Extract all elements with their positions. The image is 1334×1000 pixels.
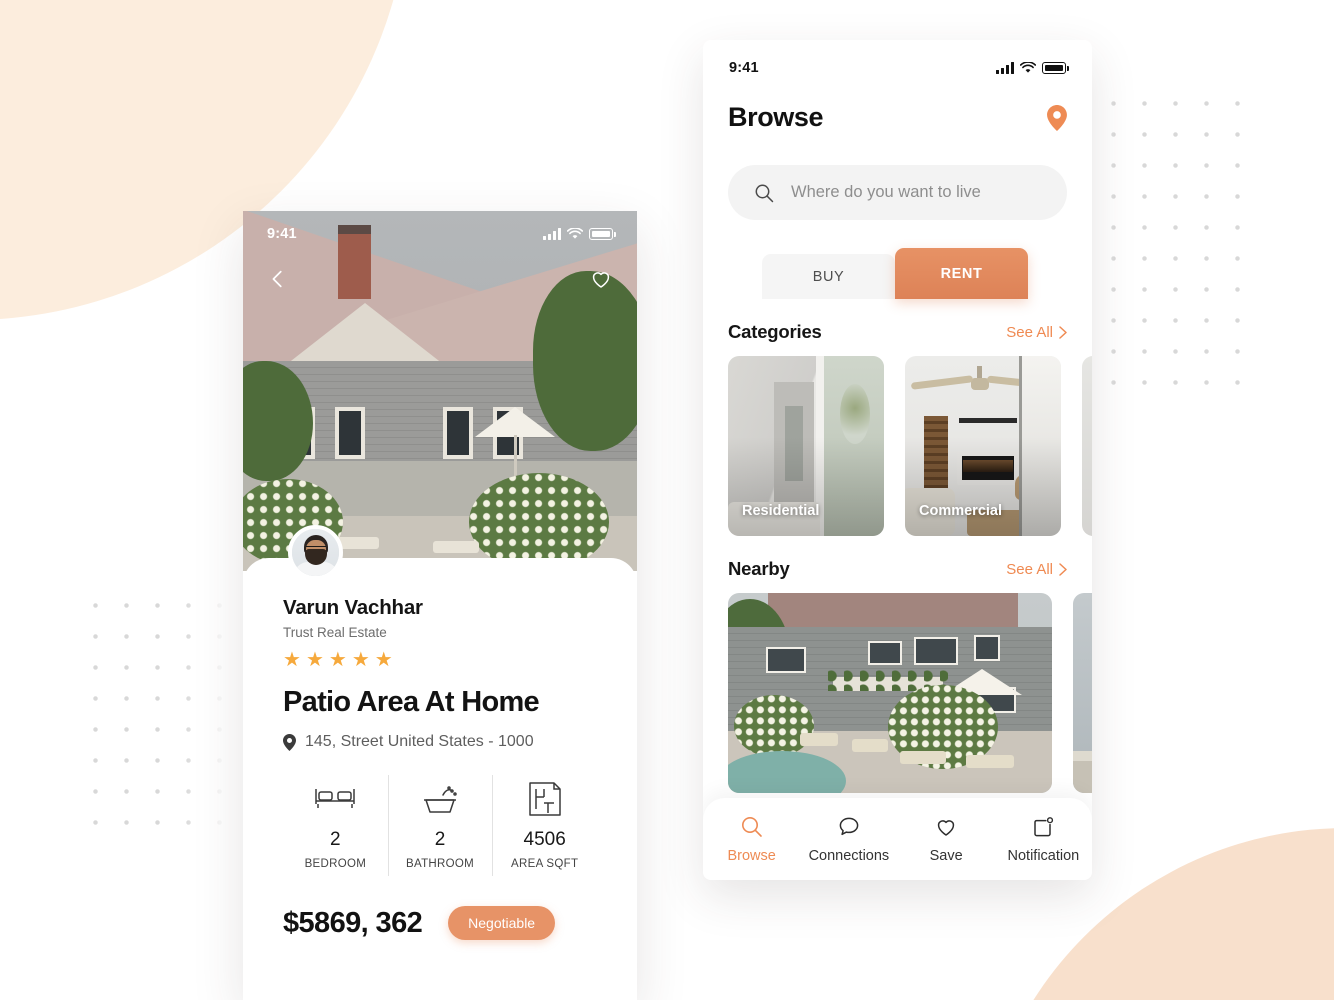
spec-value: 2	[330, 829, 341, 850]
heart-outline-icon[interactable]	[589, 267, 613, 291]
spec-area: 4506 AREA SQFT	[492, 775, 597, 876]
nearby-section-header: Nearby See All	[703, 558, 1092, 580]
property-title: Patio Area At Home	[283, 686, 540, 718]
nav-label: Connections	[808, 847, 890, 864]
nav-label: Notification	[1007, 847, 1080, 864]
property-hero-image	[243, 211, 637, 571]
spec-bedroom: 2 BEDROOM	[283, 781, 388, 870]
search-placeholder: Where do you want to live	[791, 183, 981, 201]
nav-save[interactable]: Save	[898, 815, 995, 864]
map-pin-icon	[283, 733, 296, 751]
battery-icon	[589, 228, 616, 240]
section-title: Categories	[728, 321, 822, 342]
page-header: Browse	[703, 102, 1092, 133]
rating-stars: ★ ★ ★ ★ ★	[283, 650, 597, 670]
buy-rent-segmented-control: BUY RENT	[762, 248, 1092, 299]
nearby-property-card[interactable]	[1073, 593, 1092, 793]
property-address: 145, Street United States - 1000	[283, 733, 597, 751]
cellular-bars-icon	[543, 228, 561, 240]
dot-pattern-right	[1096, 86, 1256, 406]
spec-label: BEDROOM	[304, 858, 367, 870]
property-info-sheet: Varun Vachhar Trust Real Estate ★ ★ ★ ★ …	[243, 525, 637, 1000]
page-title: Browse	[728, 102, 824, 132]
nav-label: Browse	[727, 847, 776, 864]
spec-label: BATHROOM	[406, 858, 474, 870]
nav-browse[interactable]: Browse	[703, 815, 800, 864]
agent-avatar[interactable]	[288, 525, 343, 580]
category-card-residential[interactable]: Residential	[728, 356, 884, 536]
category-card-commercial[interactable]: Commercial	[905, 356, 1061, 536]
dot-pattern-left-fade	[182, 560, 252, 880]
see-all-nearby-link[interactable]: See All	[1006, 561, 1067, 578]
floorplan-icon	[492, 781, 597, 817]
notification-square-icon	[1031, 815, 1055, 839]
browse-screen: 9:41 Browse Where do you want to live BU…	[703, 40, 1092, 880]
category-label: Residential	[742, 503, 820, 519]
nav-notification[interactable]: Notification	[995, 815, 1092, 864]
property-specs: 2 BEDROOM 2 BATHROOM 4506 AREA SQFT	[283, 775, 597, 876]
category-label: Commercial	[919, 503, 1003, 519]
categories-section-header: Categories See All	[703, 321, 1092, 343]
battery-icon	[1042, 62, 1069, 74]
nearby-carousel[interactable]	[703, 593, 1092, 793]
price-row: $5869, 362 Negotiable	[283, 906, 597, 940]
heart-outline-icon	[934, 815, 958, 839]
search-input[interactable]: Where do you want to live	[728, 165, 1067, 220]
bottom-navigation: Browse Connections Save Notification	[703, 798, 1092, 880]
bed-icon	[283, 781, 388, 817]
wifi-icon	[1020, 62, 1036, 73]
chat-bubble-icon	[837, 815, 861, 839]
see-all-categories-link[interactable]: See All	[1006, 324, 1067, 341]
categories-carousel[interactable]: Residential Commercial	[703, 356, 1092, 536]
hero-navigation	[243, 267, 637, 291]
spec-value: 2	[434, 829, 446, 850]
chevron-left-icon[interactable]	[267, 268, 289, 290]
tab-buy[interactable]: BUY	[762, 254, 895, 299]
section-title: Nearby	[728, 558, 790, 579]
map-pin-icon[interactable]	[1047, 104, 1067, 131]
nearby-property-card[interactable]	[728, 593, 1052, 793]
cellular-bars-icon	[996, 62, 1014, 74]
category-card-partial[interactable]	[1082, 356, 1092, 536]
spec-value: 4506	[523, 829, 566, 850]
star-icon: ★	[351, 649, 370, 671]
star-icon: ★	[283, 649, 301, 671]
star-icon: ★	[305, 649, 324, 671]
wifi-icon	[567, 228, 583, 239]
search-icon	[740, 815, 764, 839]
status-time: 9:41	[267, 226, 297, 242]
star-icon: ★	[328, 649, 347, 671]
see-all-label: See All	[1006, 323, 1053, 341]
spec-bathroom: 2 BATHROOM	[387, 775, 493, 876]
property-detail-screen: 9:41 Varun Vachhar Trust Real Estate ★ ★…	[243, 211, 637, 1000]
status-bar: 9:41	[243, 211, 637, 257]
chevron-right-icon	[1059, 562, 1067, 576]
property-address-text: 145, Street United States - 1000	[305, 733, 534, 750]
shower-bathtub-icon	[388, 781, 493, 817]
property-price: $5869, 362	[283, 906, 423, 939]
status-time: 9:41	[729, 60, 759, 76]
search-icon	[755, 184, 774, 202]
see-all-label: See All	[1006, 560, 1053, 578]
nav-connections[interactable]: Connections	[800, 815, 897, 864]
negotiable-badge[interactable]: Negotiable	[448, 906, 556, 940]
status-bar: 9:41	[703, 40, 1092, 96]
mockup-canvas: 9:41 Varun Vachhar Trust Real Estate ★ ★…	[0, 0, 1334, 1000]
agent-company: Trust Real Estate	[283, 625, 387, 640]
tab-rent[interactable]: RENT	[895, 248, 1028, 299]
spec-label: AREA SQFT	[511, 858, 579, 870]
star-icon: ★	[374, 649, 393, 671]
chevron-right-icon	[1059, 325, 1067, 339]
nav-label: Save	[929, 847, 963, 864]
